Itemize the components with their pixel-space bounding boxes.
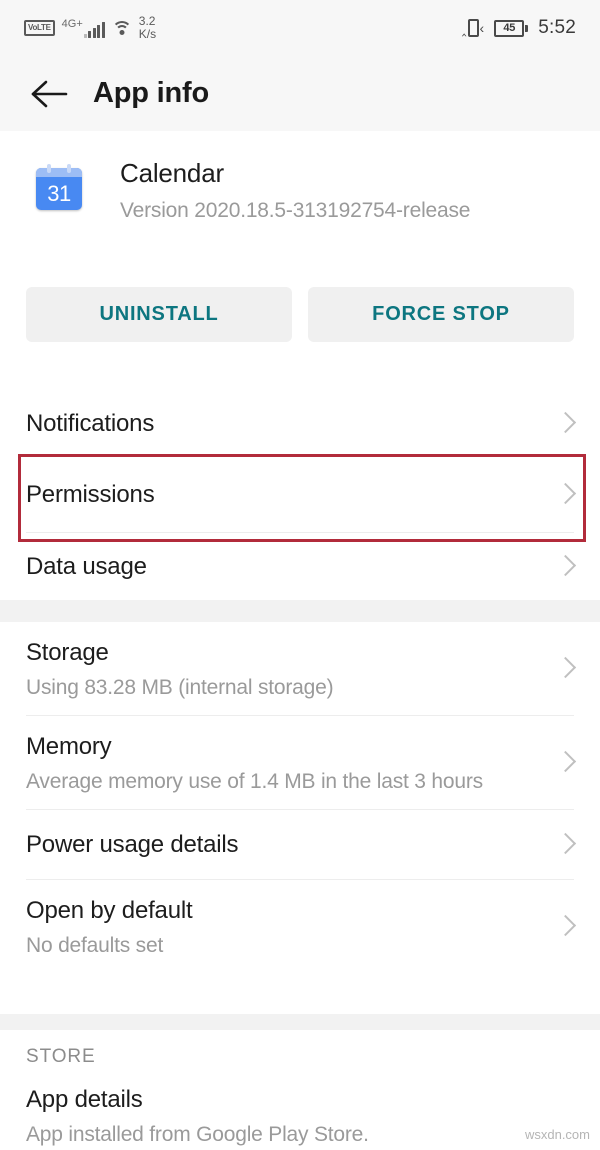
data-rate-unit: K/s xyxy=(138,27,157,41)
watermark-label: wsxdn.com xyxy=(524,1127,590,1142)
app-bar: App info xyxy=(0,56,600,131)
app-version-label: Version 2020.18.5-313192754-release xyxy=(120,199,471,223)
list-item-title: App details xyxy=(26,1086,143,1114)
app-name-label: Calendar xyxy=(120,158,224,188)
list-item-open-by-default[interactable]: Open by default No defaults set xyxy=(0,880,600,974)
battery-icon: 45 xyxy=(494,19,529,37)
signal-bars-icon xyxy=(83,21,105,38)
list-item-notifications[interactable]: Notifications xyxy=(0,392,600,456)
calendar-app-icon: 31 xyxy=(36,164,82,210)
clock-label: 5:52 xyxy=(538,17,576,38)
chevron-right-icon xyxy=(557,554,572,580)
chevron-right-icon xyxy=(557,750,572,776)
action-buttons: UNINSTALL FORCE STOP xyxy=(0,287,600,342)
list-item-storage[interactable]: Storage Using 83.28 MB (internal storage… xyxy=(0,622,600,716)
back-arrow-icon[interactable] xyxy=(28,73,70,115)
status-bar-right: ‸ ‹ 45 5:52 xyxy=(462,17,576,39)
section-separator xyxy=(0,600,600,622)
chevron-right-icon xyxy=(557,411,572,437)
list-item-title: Power usage details xyxy=(26,831,239,858)
list-item-title: Data usage xyxy=(26,552,147,580)
app-info-screen: VoLTE 4G+ 3.2 K/s ‸ ‹ 45 5:52 App info 3… xyxy=(0,0,600,1150)
chevron-right-icon xyxy=(557,482,572,508)
settings-group-store: STORE App details App installed from Goo… xyxy=(0,1030,600,1150)
list-item-title: Permissions xyxy=(26,480,155,508)
network-type-label: 4G+ xyxy=(61,17,83,30)
list-item-title: Storage xyxy=(26,638,109,666)
list-item-app-details[interactable]: App details App installed from Google Pl… xyxy=(0,1083,600,1150)
page-title: App info xyxy=(93,77,209,109)
list-item-title: Open by default xyxy=(26,896,193,924)
wifi-icon xyxy=(111,20,132,36)
chevron-right-icon xyxy=(557,832,572,858)
status-bar-left: VoLTE 4G+ 3.2 K/s xyxy=(24,15,156,40)
list-item-memory[interactable]: Memory Average memory use of 1.4 MB in t… xyxy=(0,716,600,810)
list-item-subtitle: Using 83.28 MB (internal storage) xyxy=(26,675,334,699)
list-item-permissions[interactable]: Permissions xyxy=(0,456,600,533)
list-item-subtitle: Average memory use of 1.4 MB in the last… xyxy=(26,769,483,793)
chevron-right-icon xyxy=(557,656,572,682)
calendar-icon-day-label: 31 xyxy=(47,180,71,206)
data-rate-indicator: 3.2 K/s xyxy=(139,15,156,40)
settings-group-usage: Storage Using 83.28 MB (internal storage… xyxy=(0,622,600,1014)
uninstall-button[interactable]: UNINSTALL xyxy=(26,287,292,342)
list-item-title: Notifications xyxy=(26,410,155,437)
volte-icon: VoLTE xyxy=(24,20,55,36)
list-item-subtitle: No defaults set xyxy=(26,933,164,957)
status-bar: VoLTE 4G+ 3.2 K/s ‸ ‹ 45 5:52 xyxy=(0,0,600,56)
vibrate-icon: ‸ ‹ xyxy=(461,19,485,37)
section-separator xyxy=(0,1014,600,1030)
settings-group-permissions: Notifications Permissions Data usage xyxy=(0,392,600,600)
app-identity: 31 Calendar Version 2020.18.5-313192754-… xyxy=(0,158,600,223)
app-identity-text: Calendar Version 2020.18.5-313192754-rel… xyxy=(120,158,470,223)
section-header-store: STORE xyxy=(26,1046,96,1067)
list-item-title: Memory xyxy=(26,732,112,760)
list-item-power-usage-details[interactable]: Power usage details xyxy=(0,810,600,880)
cellular-signal-icon: 4G+ xyxy=(61,17,105,38)
chevron-right-icon xyxy=(557,914,572,940)
force-stop-button[interactable]: FORCE STOP xyxy=(308,287,574,342)
list-item-subtitle: App installed from Google Play Store. xyxy=(26,1123,369,1147)
battery-percent-label: 45 xyxy=(494,19,525,37)
list-item-data-usage[interactable]: Data usage xyxy=(0,533,600,600)
